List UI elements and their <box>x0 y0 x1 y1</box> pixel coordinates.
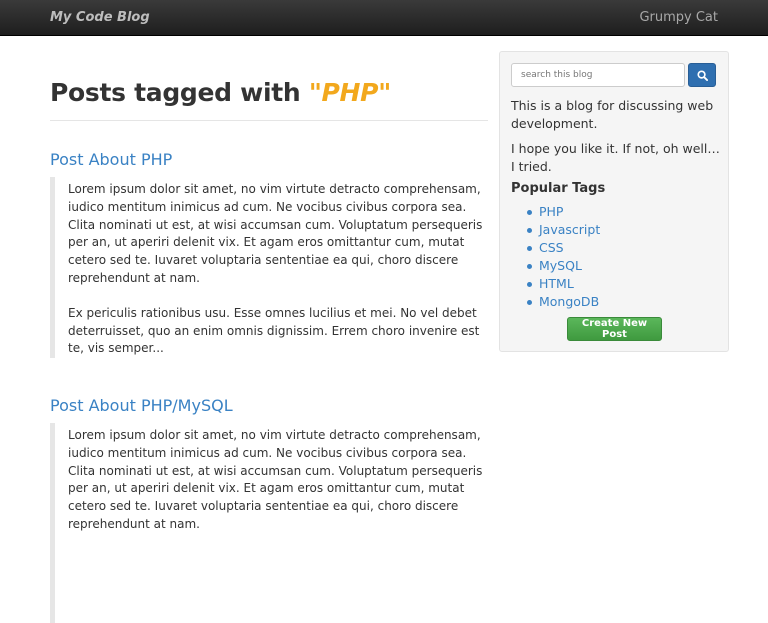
sidebar: This is a blog for discussing web develo… <box>499 51 729 352</box>
about-text: This is a blog for discussing web develo… <box>511 98 714 131</box>
post-paragraph: Lorem ipsum dolor sit amet, no vim virtu… <box>68 182 483 285</box>
search-input[interactable] <box>511 63 685 87</box>
search-button[interactable] <box>688 63 716 87</box>
page-title: Posts tagged with "PHP" <box>50 78 391 107</box>
post-paragraph: Ex periculis rationibus usu. Esse omnes … <box>68 305 480 356</box>
create-post-button[interactable]: Create New Post <box>567 317 662 341</box>
tag-list: PHP Javascript CSS MySQL HTML MongoDB <box>526 203 600 311</box>
tag-link-html[interactable]: HTML <box>539 276 574 291</box>
tag-item: MongoDB <box>526 293 600 311</box>
search-icon <box>696 69 708 81</box>
tag-link-css[interactable]: CSS <box>539 240 564 255</box>
post-excerpt: Lorem ipsum dolor sit amet, no vim virtu… <box>50 177 490 359</box>
post-item: Post About PHP Lorem ipsum dolor sit ame… <box>50 150 490 375</box>
post-title-link[interactable]: Post About PHP <box>50 150 490 169</box>
page-title-tag: "PHP" <box>308 78 391 107</box>
tag-item: HTML <box>526 275 600 293</box>
post-paragraph: Lorem ipsum dolor sit amet, no vim virtu… <box>68 428 483 531</box>
tag-item: Javascript <box>526 221 600 239</box>
brand-link[interactable]: My Code Blog <box>50 10 150 25</box>
tag-link-mongodb[interactable]: MongoDB <box>539 294 599 309</box>
about-text: I hope you like it. If not, oh well… I t… <box>511 141 720 174</box>
tag-link-mysql[interactable]: MySQL <box>539 258 582 273</box>
navbar: My Code Blog Grumpy Cat <box>0 0 768 36</box>
page-title-prefix: Posts tagged with <box>50 78 309 107</box>
title-divider <box>50 120 488 121</box>
user-menu-link[interactable]: Grumpy Cat <box>639 10 718 25</box>
post-title-link[interactable]: Post About PHP/MySQL <box>50 396 490 415</box>
tag-item: MySQL <box>526 257 600 275</box>
popular-tags-heading: Popular Tags <box>511 181 606 196</box>
tag-link-javascript[interactable]: Javascript <box>539 222 600 237</box>
post-item: Post About PHP/MySQL Lorem ipsum dolor s… <box>50 396 490 623</box>
tag-link-php[interactable]: PHP <box>539 204 563 219</box>
tag-item: PHP <box>526 203 600 221</box>
post-excerpt: Lorem ipsum dolor sit amet, no vim virtu… <box>50 423 490 623</box>
tag-item: CSS <box>526 239 600 257</box>
